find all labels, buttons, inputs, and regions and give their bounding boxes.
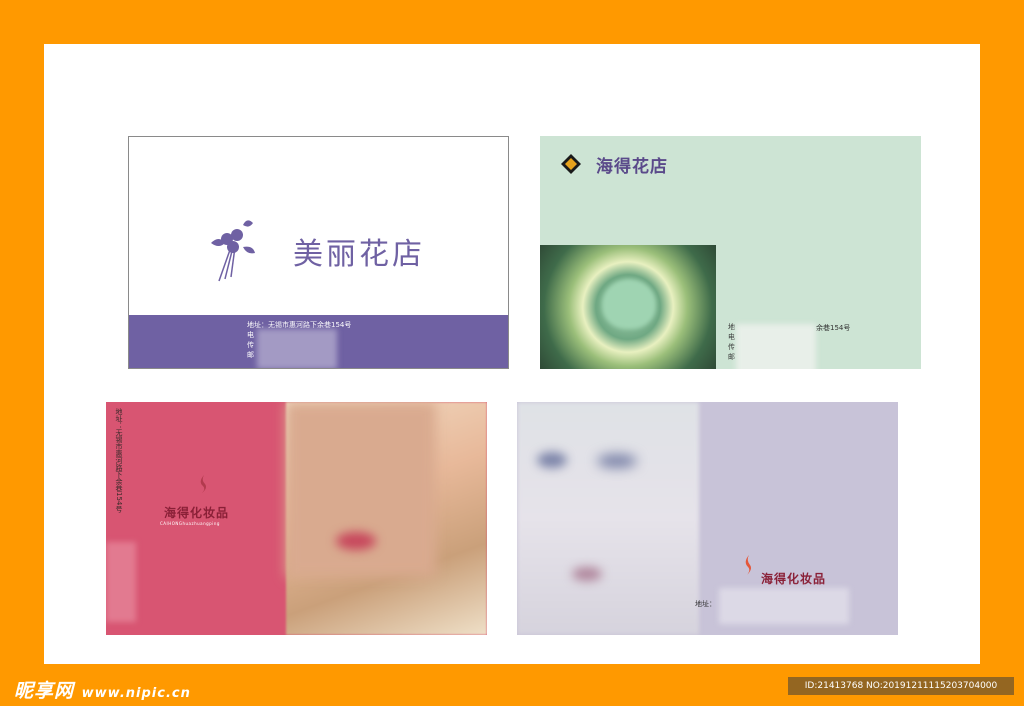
business-card-flower-shop-white: 美丽花店 地址：无锡市惠河路下余巷154号 电 传 邮 xyxy=(128,136,509,369)
heart-flower-photo xyxy=(540,245,716,369)
business-card-cosmetics-pink: 地址：无锡市惠河路下余巷154号 海得化妆品 CAIHONGhuazhuangp… xyxy=(106,402,487,635)
blurred-eye xyxy=(597,454,637,468)
brand-name: 海得化妆品 xyxy=(761,572,827,586)
blurred-eye xyxy=(537,452,567,468)
site-url: www.nipic.cn xyxy=(81,686,191,701)
contact-line: 地 xyxy=(728,323,735,331)
shop-name: 美丽花店 xyxy=(293,237,425,272)
address-fragment: 余巷154号 xyxy=(816,324,851,332)
brand-name: 海得化妆品 xyxy=(164,506,230,520)
contact-info: 地 电 传 邮 xyxy=(728,322,735,362)
blurred-lips xyxy=(572,567,602,581)
model-photo xyxy=(517,402,699,635)
redacted-area xyxy=(719,588,849,624)
flame-logo-icon xyxy=(200,475,206,493)
image-id-watermark: ID:21413768 NO:20191211115203704000 xyxy=(788,677,1014,695)
blurred-lips xyxy=(336,532,376,550)
design-canvas: 美丽花店 地址：无锡市惠河路下余巷154号 电 传 邮 海得花店 地 电 传 邮… xyxy=(44,44,980,664)
site-watermark: 昵享网 www.nipic.cn xyxy=(14,676,191,703)
business-card-flower-shop-green: 海得花店 地 电 传 邮 余巷154号 xyxy=(540,136,921,369)
brand-pinyin: CAIHONGhuazhuangping xyxy=(160,521,220,526)
redacted-area xyxy=(106,542,136,622)
address-label: 地址： xyxy=(695,600,716,608)
contact-line: 电 xyxy=(728,333,735,341)
vertical-address: 地址：无锡市惠河路下余巷154号 xyxy=(115,408,123,513)
redacted-area xyxy=(736,324,816,369)
contact-line: 传 xyxy=(728,343,735,351)
redacted-area xyxy=(257,329,337,368)
diamond-logo-icon xyxy=(561,154,581,174)
heart-shape xyxy=(602,279,656,329)
flame-logo-icon xyxy=(745,555,751,575)
shop-name: 海得花店 xyxy=(596,157,668,177)
flower-bouquet-logo-icon xyxy=(211,220,255,282)
site-logo-text: 昵享网 xyxy=(14,680,75,702)
business-card-cosmetics-lavender: 海得化妆品 地址： xyxy=(517,402,898,635)
blurred-face xyxy=(286,402,436,577)
contact-line: 邮 xyxy=(728,353,735,361)
